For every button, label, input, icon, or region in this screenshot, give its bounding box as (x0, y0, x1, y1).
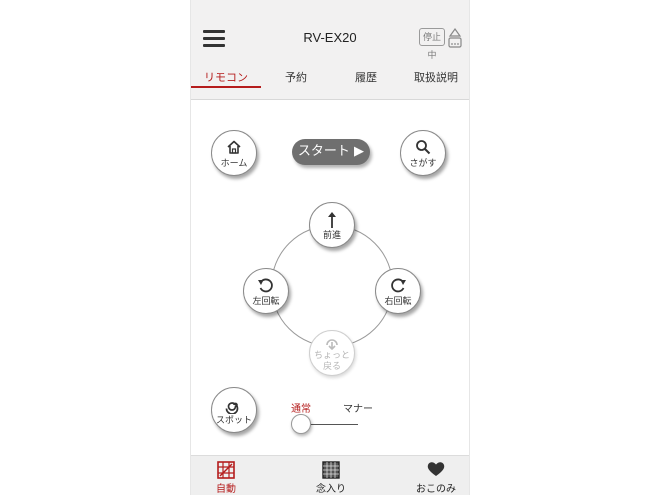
step-back-label-line2: 戻る (322, 362, 341, 372)
rotate-right-button[interactable]: 右回転 (375, 268, 421, 314)
status-badge: 停止中 (419, 28, 445, 61)
search-icon (416, 140, 431, 155)
nav-thorough-label: 念入り (316, 484, 346, 495)
rotate-right-icon (391, 278, 406, 293)
robot-battery-icon (448, 27, 462, 48)
app-screen: RV-EX20 停止中 リモコン 予約 履歴 取扱説明 ホーム スタート ▶ さ… (190, 0, 470, 495)
arrow-up-icon (328, 212, 336, 228)
spiral-icon (225, 402, 239, 414)
nav-favorite[interactable]: おこのみ (406, 456, 466, 495)
step-back-button[interactable]: ちょっと 戻る (309, 330, 355, 376)
mode-normal-label[interactable]: 通常 (291, 400, 311, 415)
rotate-left-label: 左回転 (252, 297, 280, 307)
header-divider (191, 99, 469, 100)
tab-manual[interactable]: 取扱説明 (401, 66, 469, 90)
bottom-nav: 自動 念入り おこのみ (191, 455, 469, 495)
auto-clean-icon (217, 461, 235, 479)
mode-slider-knob[interactable] (291, 414, 311, 434)
search-button[interactable]: さがす (400, 130, 446, 176)
tab-schedule[interactable]: 予約 (261, 66, 331, 90)
start-button[interactable]: スタート ▶ (292, 139, 370, 165)
forward-button[interactable]: 前進 (309, 202, 355, 248)
spot-button[interactable]: スポット (211, 387, 257, 433)
nav-thorough[interactable]: 念入り (301, 456, 361, 495)
search-label: さがす (409, 159, 437, 169)
nav-auto-label: 自動 (216, 484, 236, 495)
nav-auto[interactable]: 自動 (196, 456, 256, 495)
nav-favorite-label: おこのみ (416, 484, 456, 495)
thorough-clean-icon (322, 461, 340, 479)
forward-label: 前進 (322, 231, 341, 241)
tab-history[interactable]: 履歴 (331, 66, 401, 90)
rotate-right-label: 右回転 (384, 297, 412, 307)
spot-label: スポット (215, 416, 252, 426)
heart-icon (427, 462, 445, 476)
app-header: RV-EX20 停止中 リモコン 予約 履歴 取扱説明 (191, 0, 469, 100)
rotate-left-icon (258, 278, 273, 293)
home-button[interactable]: ホーム (211, 130, 257, 176)
home-label: ホーム (220, 159, 248, 169)
active-tab-indicator (191, 86, 261, 88)
mode-manner-label[interactable]: マナー (343, 400, 373, 415)
home-icon (227, 140, 241, 154)
rotate-left-button[interactable]: 左回転 (243, 268, 289, 314)
